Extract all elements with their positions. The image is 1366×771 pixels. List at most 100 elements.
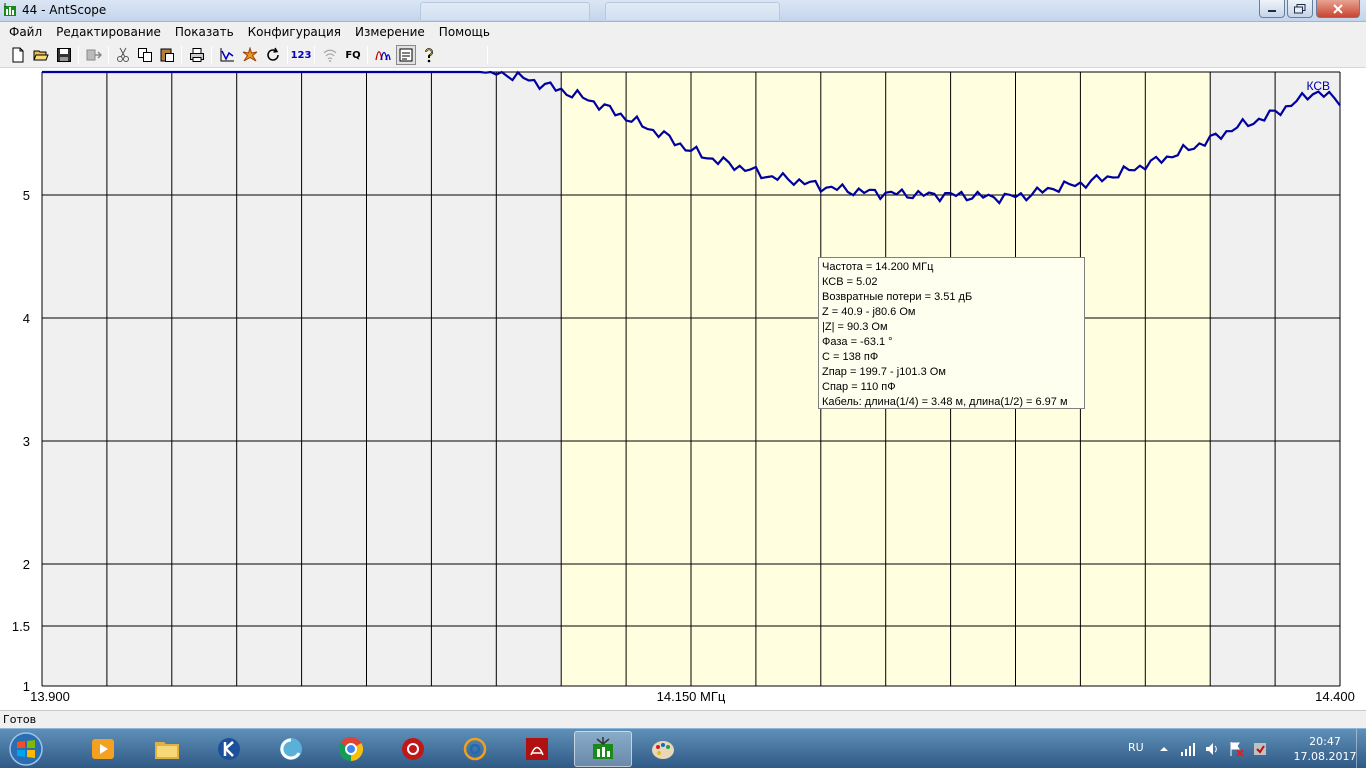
signal-icon[interactable] <box>1180 741 1196 757</box>
notes-icon <box>399 48 413 62</box>
taskbar-antscope[interactable] <box>574 731 632 767</box>
taskbar-paint[interactable] <box>634 731 692 767</box>
media-player-icon <box>92 739 114 759</box>
graph-button[interactable] <box>217 45 237 65</box>
restore-icon <box>1294 3 1306 13</box>
folder-icon <box>155 742 179 759</box>
refresh-button[interactable] <box>263 45 283 65</box>
info-swr: КСВ = 5.02 <box>822 276 878 288</box>
background-tab <box>605 2 780 20</box>
background-tab <box>420 2 590 20</box>
print-button[interactable] <box>187 45 207 65</box>
minimize-button[interactable] <box>1259 0 1285 18</box>
taskbar-chrome[interactable] <box>322 731 380 767</box>
antscope-window: 44 - AntScope Файл Редактирование Показа… <box>0 0 1366 769</box>
fq-button[interactable]: FQ <box>343 45 363 65</box>
copy-button[interactable] <box>135 45 155 65</box>
new-file-icon <box>12 47 24 63</box>
toolbar: 123 FQ <box>0 42 1366 68</box>
y-tick-label: 5 <box>23 188 30 203</box>
pdf-icon <box>526 738 548 760</box>
taskbar-media-player[interactable] <box>74 731 132 767</box>
system-tray: RU 20:47 17.08.2017 <box>1120 729 1366 769</box>
notes-button[interactable] <box>396 45 416 65</box>
info-cable-length: Кабель: длина(1/4) = 3.48 м, длина(1/2) … <box>822 396 1068 408</box>
action-center-icon[interactable] <box>1228 741 1244 757</box>
sphere-app-icon <box>280 738 302 760</box>
cut-button[interactable] <box>113 45 133 65</box>
menu-bar: Файл Редактирование Показать Конфигураци… <box>0 22 1366 42</box>
wireless-icon <box>323 49 337 62</box>
status-bar: Готов <box>0 710 1366 728</box>
menu-view[interactable]: Показать <box>168 22 241 42</box>
taskbar-mail[interactable] <box>446 731 504 767</box>
taskbar-explorer[interactable] <box>138 731 196 767</box>
export-button[interactable] <box>84 45 104 65</box>
printer-icon <box>190 48 204 62</box>
menu-measurement[interactable]: Измерение <box>348 22 432 42</box>
k-app-icon <box>218 738 240 760</box>
taskbar-app-red[interactable] <box>384 731 442 767</box>
toolbar-separator <box>108 46 109 64</box>
antscope-app-icon[interactable] <box>3 3 17 17</box>
y-tick-label: 4 <box>23 311 30 326</box>
y-tick-label: 2 <box>23 557 30 572</box>
x-min-label: 13.900 <box>30 689 70 704</box>
taskbar: RU 20:47 17.08.2017 <box>0 728 1366 769</box>
new-file-button[interactable] <box>8 45 28 65</box>
taskbar-app-k[interactable] <box>200 731 258 767</box>
tray-arrow-icon[interactable] <box>1156 741 1172 757</box>
menu-edit[interactable]: Редактирование <box>49 22 168 42</box>
refresh-icon <box>267 47 279 61</box>
restore-button[interactable] <box>1287 0 1313 18</box>
info-phase: Фаза = -63.1 ° <box>822 336 893 348</box>
taskbar-app-sphere[interactable] <box>262 731 320 767</box>
paste-button[interactable] <box>157 45 177 65</box>
swr-chart[interactable]: 1 1.5 2 3 4 5 13.900 14.150 МГц 14.400 КСВ Част… <box>0 68 1366 710</box>
show-desktop-button[interactable] <box>1356 729 1366 769</box>
wireless-button[interactable] <box>320 45 340 65</box>
red-gear-icon <box>402 738 424 760</box>
volume-icon[interactable] <box>1204 741 1220 757</box>
language-indicator[interactable]: RU <box>1128 741 1144 754</box>
save-button[interactable] <box>54 45 74 65</box>
start-button[interactable] <box>4 731 48 767</box>
open-folder-button[interactable] <box>31 45 51 65</box>
help-question-icon <box>425 48 433 63</box>
antscope-icon <box>593 737 613 759</box>
toolbar-separator <box>211 46 212 64</box>
title-bar: 44 - AntScope <box>0 0 1366 22</box>
paint-palette-icon <box>652 741 674 759</box>
menu-configuration[interactable]: Конфигурация <box>241 22 348 42</box>
menu-help[interactable]: Помощь <box>432 22 497 42</box>
taskbar-pdf[interactable] <box>508 731 566 767</box>
clock-time[interactable]: 20:47 <box>1300 735 1350 748</box>
open-folder-icon <box>33 50 49 61</box>
chart-canvas[interactable]: 1 1.5 2 3 4 5 13.900 14.150 МГц 14.400 КСВ <box>0 68 1366 710</box>
y-tick-label: 1 <box>23 679 30 694</box>
curves-button[interactable] <box>373 45 393 65</box>
info-impedance-magnitude: |Z| = 90.3 Ом <box>822 321 888 333</box>
clock-date[interactable]: 17.08.2017 <box>1290 750 1360 763</box>
toolbar-separator <box>287 46 288 64</box>
mail-at-icon <box>463 737 487 761</box>
menu-file[interactable]: Файл <box>2 22 49 42</box>
fq-label: FQ <box>345 49 361 61</box>
scissors-icon <box>117 47 129 62</box>
autoscale-button[interactable] <box>240 45 260 65</box>
y-tick-label: 1.5 <box>12 619 30 634</box>
curves-icon <box>375 51 391 61</box>
window-title: 44 - AntScope <box>22 3 107 17</box>
toolbar-separator <box>181 46 182 64</box>
toolbar-separator <box>314 46 315 64</box>
toolbar-separator <box>78 46 79 64</box>
numbers-button[interactable]: 123 <box>291 45 312 65</box>
status-text: Готов <box>3 713 37 726</box>
info-return-loss: Возвратные потери = 3.51 дБ <box>822 291 973 303</box>
copy-icon <box>138 48 152 62</box>
marker-info-box: Частота = 14.200 МГц КСВ = 5.02 Возвратн… <box>818 257 1085 409</box>
close-button[interactable] <box>1316 0 1360 18</box>
toolbar-separator <box>487 46 488 64</box>
help-button[interactable] <box>419 45 439 65</box>
tray-app-icon[interactable] <box>1252 741 1268 757</box>
